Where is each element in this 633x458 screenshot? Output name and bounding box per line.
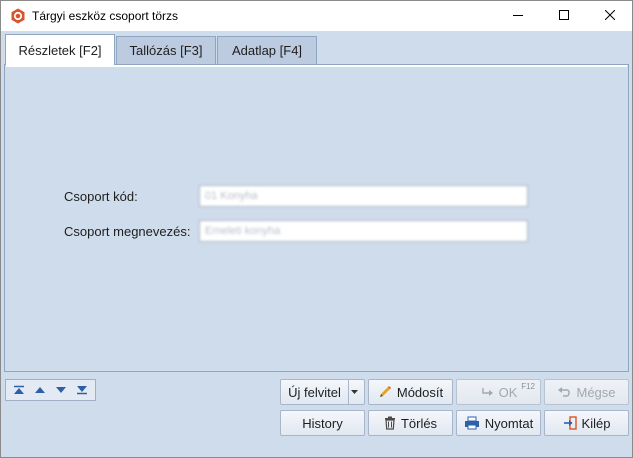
- new-record-button[interactable]: Új felvitel: [280, 379, 365, 405]
- group-name-label: Csoport megnevezés:: [64, 224, 191, 239]
- window-title: Tárgyi eszköz csoport törzs: [32, 9, 179, 23]
- new-record-label: Új felvitel: [288, 384, 341, 400]
- app-icon: [10, 8, 26, 24]
- previous-record-icon[interactable]: [32, 382, 48, 398]
- record-navigator: [5, 379, 96, 401]
- ok-label: OK: [498, 384, 518, 400]
- modify-button[interactable]: Módosít: [368, 379, 453, 405]
- cancel-button[interactable]: Mégse: [544, 379, 629, 405]
- delete-button[interactable]: Törlés: [368, 410, 453, 436]
- last-record-icon[interactable]: [74, 382, 90, 398]
- next-record-icon[interactable]: [53, 382, 69, 398]
- close-icon: [604, 9, 616, 23]
- maximize-icon: [559, 9, 569, 23]
- first-record-icon[interactable]: [11, 382, 27, 398]
- ok-button[interactable]: OK F12: [456, 379, 541, 405]
- modify-label: Módosít: [396, 384, 444, 400]
- main-window: Tárgyi eszköz csoport törzs Részletek [F…: [0, 0, 633, 458]
- delete-label: Törlés: [400, 415, 438, 431]
- exit-door-icon: [563, 416, 577, 430]
- tab-datasheet[interactable]: Adatlap [F4]: [217, 36, 317, 64]
- cancel-label: Mégse: [576, 384, 616, 400]
- history-label: History: [302, 415, 343, 431]
- minimize-icon: [513, 9, 523, 23]
- group-code-label: Csoport kód:: [64, 189, 138, 204]
- group-code-field[interactable]: 01 Konyha: [199, 185, 528, 207]
- chevron-down-icon[interactable]: [348, 380, 364, 404]
- panel-top-border: [6, 65, 627, 67]
- undo-icon: [558, 387, 571, 397]
- title-bar: Tárgyi eszköz csoport törzs: [1, 1, 632, 31]
- exit-label: Kilép: [581, 415, 611, 431]
- details-panel: Csoport kód: 01 Konyha Csoport megnevezé…: [4, 64, 629, 372]
- tab-browse[interactable]: Tallózás [F3]: [116, 36, 216, 64]
- maximize-button[interactable]: [541, 1, 587, 31]
- exit-button[interactable]: Kilép: [544, 410, 629, 436]
- history-button[interactable]: History: [280, 410, 365, 436]
- close-button[interactable]: [587, 1, 633, 31]
- tab-details[interactable]: Részletek [F2]: [5, 34, 115, 65]
- group-name-field[interactable]: Emeleti konyha: [199, 220, 528, 242]
- pencil-icon: [379, 386, 391, 397]
- enter-arrow-icon: [481, 388, 493, 396]
- minimize-button[interactable]: [495, 1, 541, 31]
- ok-shortcut-label: F12: [521, 382, 535, 391]
- trash-icon: [384, 416, 395, 430]
- tab-strip: Részletek [F2] Tallózás [F3] Adatlap [F4…: [1, 31, 632, 65]
- print-button[interactable]: Nyomtat: [456, 410, 541, 436]
- bottom-toolbar: Új felvitel Módosít OK F12 Mégse History…: [1, 373, 632, 457]
- print-label: Nyomtat: [484, 415, 534, 431]
- printer-icon: [464, 416, 479, 430]
